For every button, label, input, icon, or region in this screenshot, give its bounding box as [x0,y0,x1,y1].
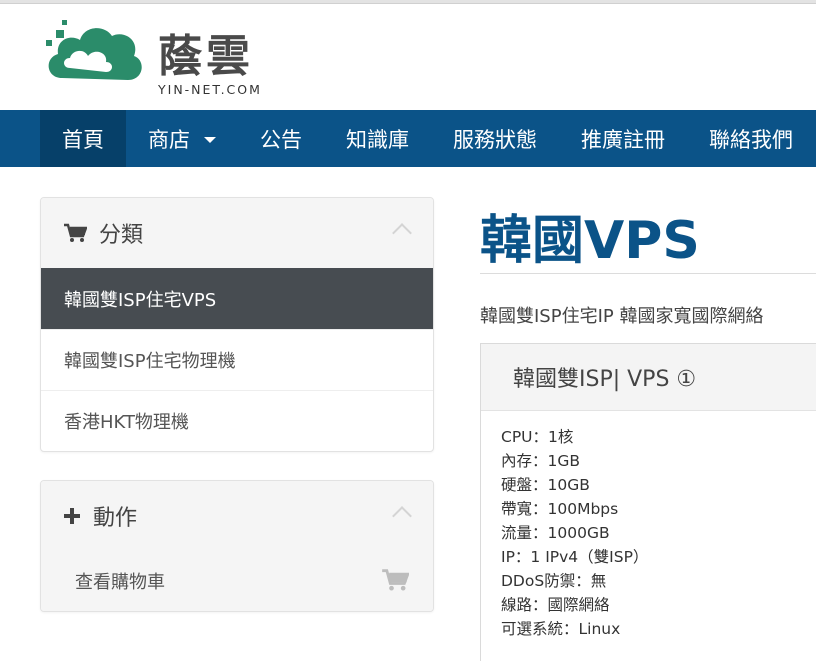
logo-title: 蔭雲 [158,31,254,82]
category-item-label: 韓國雙ISP住宅物理機 [64,351,236,372]
nav-home[interactable]: 首頁 [40,110,126,167]
spec-memory: 內存：1GB [501,452,581,470]
page-description: 韓國雙ISP住宅IP 韓國家寬國際網絡 [480,306,764,327]
view-cart-label: 查看購物車 [75,572,165,593]
categories-header[interactable]: 分類 [41,198,433,268]
spec-traffic: 流量：1000GB [501,524,610,542]
nav-contact-label: 聯絡我們 [709,127,793,152]
title-divider [480,273,816,274]
plus-icon [64,508,80,524]
spec-ip: IP：1 IPv4（雙ISP） [501,548,649,566]
actions-header[interactable]: 動作 [41,481,433,551]
categories-title: 分類 [99,223,144,248]
top-border [0,0,816,4]
category-item-label: 韓國雙ISP住宅VPS [64,289,217,311]
actions-panel: 動作 查看購物車 [40,480,434,612]
nav-affiliates[interactable]: 推廣註冊 [559,110,687,167]
nav-knowledgebase[interactable]: 知識庫 [324,110,431,167]
category-item-label: 香港HKT物理機 [64,412,189,433]
product-specs: CPU：1核 內存：1GB 硬盤：10GB 帶寬：100Mbps 流量：1000… [481,411,816,641]
page-title: 韓國VPS [480,211,700,271]
nav-announcements-label: 公告 [260,127,302,152]
chevron-up-icon[interactable] [392,223,412,243]
nav-service-status[interactable]: 服務狀態 [431,110,559,167]
actions-title: 動作 [93,506,138,531]
view-cart-link[interactable]: 查看購物車 [41,551,433,611]
product-name: 韓國雙ISP| VPS ① [481,344,816,411]
spec-disk: 硬盤：10GB [501,476,590,494]
nav-store[interactable]: 商店 [126,110,238,167]
spec-os: 可選系統：Linux [501,620,621,638]
nav-announcements[interactable]: 公告 [238,110,324,167]
spec-cpu: CPU：1核 [501,428,574,446]
chevron-up-icon[interactable] [392,506,412,526]
spec-route: 線路：國際網絡 [501,596,610,614]
cart-icon [382,569,409,591]
category-item-kr-dedicated[interactable]: 韓國雙ISP住宅物理機 [41,329,433,390]
site-logo[interactable]: 蔭雲 YIN-NET.COM [40,14,280,98]
category-item-kr-vps[interactable]: 韓國雙ISP住宅VPS [41,268,433,329]
category-item-hk-dedicated[interactable]: 香港HKT物理機 [41,390,433,451]
nav-knowledgebase-label: 知識庫 [346,127,409,152]
spec-ddos: DDoS防禦：無 [501,572,607,590]
main-nav: 首頁 商店 公告 知識庫 服務狀態 推廣註冊 聯絡我們 [0,110,816,167]
spec-bandwidth: 帶寬：100Mbps [501,500,619,518]
nav-affiliates-label: 推廣註冊 [581,127,665,152]
nav-service-status-label: 服務狀態 [453,127,537,152]
categories-panel: 分類 韓國雙ISP住宅VPS 韓國雙ISP住宅物理機 香港HKT物理機 [40,197,434,452]
nav-store-label: 商店 [148,127,190,152]
cloud-logo-icon [46,20,142,80]
product-card: 韓國雙ISP| VPS ① CPU：1核 內存：1GB 硬盤：10GB 帶寬：1… [480,343,816,661]
nav-contact[interactable]: 聯絡我們 [687,110,815,167]
logo-subtitle: YIN-NET.COM [158,82,262,97]
cart-icon [64,223,87,242]
nav-home-label: 首頁 [62,127,104,152]
chevron-down-icon [204,136,216,143]
